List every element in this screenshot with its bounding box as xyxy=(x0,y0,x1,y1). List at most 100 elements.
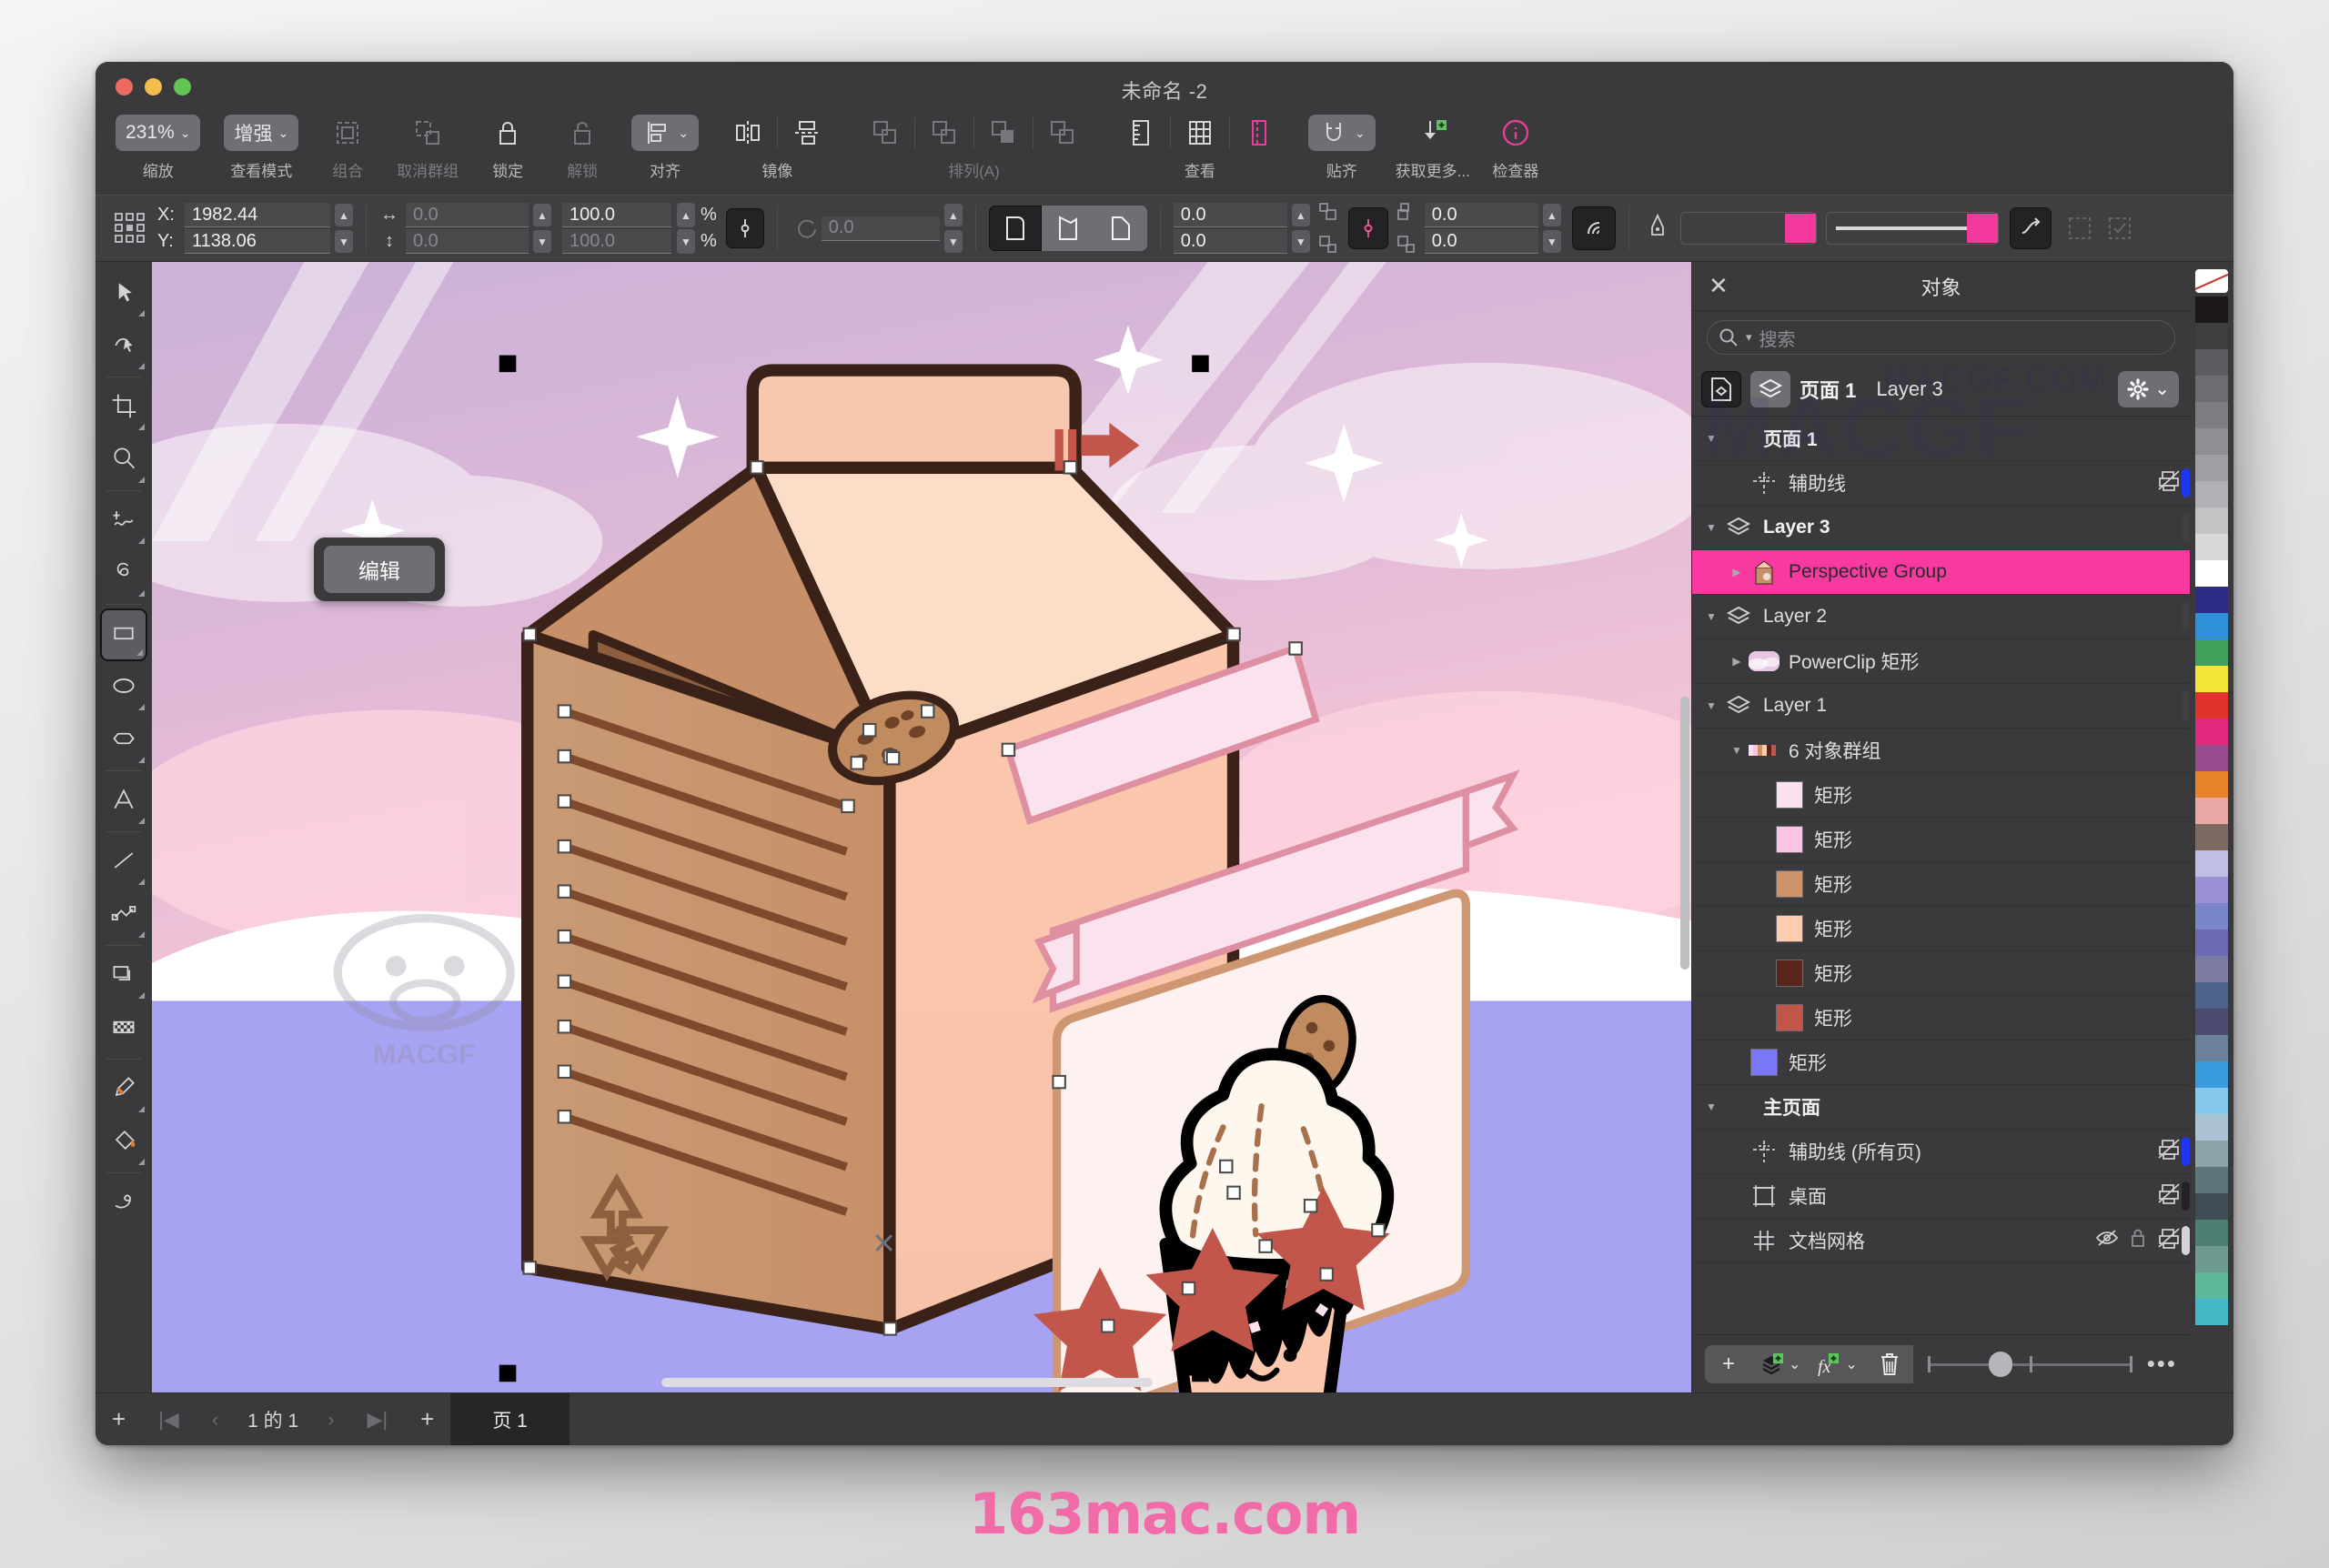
inspector-button[interactable] xyxy=(1490,115,1541,151)
printer-disabled-icon[interactable] xyxy=(2157,1227,2181,1254)
printer-disabled-icon[interactable] xyxy=(2157,1182,2181,1210)
palette-swatch-12[interactable] xyxy=(2195,613,2228,639)
chevron-down-icon[interactable]: ⌄ xyxy=(277,126,288,139)
tool-rectangle[interactable] xyxy=(100,608,147,661)
tree-rect-7[interactable]: 矩形 xyxy=(1692,1040,2190,1085)
palette-swatch-10[interactable] xyxy=(2195,560,2228,587)
palette-swatch-20[interactable] xyxy=(2195,824,2228,850)
rotation-input[interactable]: 0.0 xyxy=(821,216,940,241)
chevron-down-icon[interactable] xyxy=(1699,432,1723,445)
chevron-down-icon[interactable] xyxy=(1699,610,1723,623)
tree-rect-5[interactable]: 矩形 xyxy=(1692,951,2190,996)
tool-polygon[interactable] xyxy=(100,714,147,767)
chevron-right-icon[interactable] xyxy=(1725,566,1749,578)
tool-shape-edit[interactable] xyxy=(100,320,147,373)
rotation-stepper[interactable]: ▲ ▼ xyxy=(943,204,963,253)
palette-swatch-35[interactable] xyxy=(2195,1220,2228,1246)
outline-pen-icon[interactable] xyxy=(1642,213,1673,244)
more-options-button[interactable]: ••• xyxy=(2147,1350,2177,1378)
align-dropdown[interactable]: ⌄ xyxy=(631,115,699,151)
tree-perspective-group[interactable]: Perspective Group xyxy=(1692,550,2190,595)
rulers-button[interactable] xyxy=(1115,115,1166,151)
scale-height-input[interactable]: 100.0 xyxy=(562,229,671,254)
tool-shadow[interactable] xyxy=(100,950,147,1002)
palette-swatch-16[interactable] xyxy=(2195,719,2228,745)
tool-pick[interactable] xyxy=(100,267,147,320)
printer-disabled-icon[interactable] xyxy=(2157,1138,2181,1165)
search-input[interactable]: ▾ 搜索 xyxy=(1707,320,2175,355)
palette-swatch-21[interactable] xyxy=(2195,850,2228,877)
tool-line[interactable] xyxy=(100,836,147,889)
corner-link-button[interactable] xyxy=(1347,207,1388,249)
tool-text[interactable] xyxy=(100,775,147,828)
wrap-text-icon[interactable] xyxy=(2064,213,2095,244)
palette-swatch-5[interactable] xyxy=(2195,428,2228,455)
palette-swatch-13[interactable] xyxy=(2195,639,2228,666)
tree-rect-6[interactable]: 矩形 xyxy=(1692,996,2190,1040)
corner-tr-input[interactable]: 0.0 xyxy=(1424,203,1538,227)
chevron-down-icon[interactable] xyxy=(1699,1101,1723,1113)
palette-swatch-19[interactable] xyxy=(2195,798,2228,824)
chevron-right-icon[interactable] xyxy=(1725,655,1749,668)
tree-rect-3[interactable]: 矩形 xyxy=(1692,862,2190,907)
page-view-toggle[interactable] xyxy=(1701,370,1741,407)
view-mode-dropdown[interactable]: 增强 ⌄ xyxy=(224,115,299,151)
palette-swatch-6[interactable] xyxy=(2195,455,2228,481)
tool-eyedropper[interactable] xyxy=(100,1063,147,1116)
tree-rect-1[interactable]: 矩形 xyxy=(1692,773,2190,818)
tree-rect-2[interactable]: 矩形 xyxy=(1692,818,2190,862)
prev-page-button[interactable]: ‹ xyxy=(196,1393,235,1446)
outline-color-dropdown[interactable] xyxy=(1679,212,1817,245)
order-front-button[interactable] xyxy=(860,115,911,151)
ungroup-button[interactable] xyxy=(402,115,453,151)
tree-layer-2[interactable]: Layer 2 xyxy=(1692,595,2190,639)
lock-button[interactable] xyxy=(482,115,533,151)
size-stepper[interactable]: ▲ ▼ xyxy=(533,204,551,253)
tree-powerclip-rect[interactable]: PowerClip 矩形 xyxy=(1692,639,2190,684)
palette-swatch-22[interactable] xyxy=(2195,877,2228,903)
palette-swatch-33[interactable] xyxy=(2195,1167,2228,1193)
scale-width-input[interactable]: 100.0 xyxy=(562,203,671,227)
tree-page-1[interactable]: 页面 1 xyxy=(1692,417,2190,461)
tool-fill[interactable] xyxy=(100,1116,147,1169)
zoom-level-dropdown[interactable]: 231% ⌄ xyxy=(116,115,201,151)
edit-popup-label[interactable]: 编辑 xyxy=(324,546,435,593)
tree-master-page[interactable]: 主页面 xyxy=(1692,1085,2190,1130)
chevron-down-icon[interactable]: ⌄ xyxy=(180,126,191,139)
scale-corners-button[interactable] xyxy=(1571,206,1616,250)
tool-flyout-flag[interactable] xyxy=(138,1106,145,1112)
close-x-icon[interactable]: ✕ xyxy=(1709,272,1729,300)
palette-column[interactable] xyxy=(2195,297,2228,1325)
tool-transparency[interactable] xyxy=(100,1002,147,1055)
add-object-button[interactable]: + xyxy=(1705,1344,1752,1383)
palette-swatch-15[interactable] xyxy=(2195,692,2228,719)
tool-smart-draw[interactable] xyxy=(100,548,147,600)
palette-swatch-36[interactable] xyxy=(2195,1246,2228,1272)
tool-flyout-flag[interactable] xyxy=(136,649,143,656)
tool-flyout-flag[interactable] xyxy=(138,310,145,317)
tool-flyout-flag[interactable] xyxy=(138,538,145,544)
chevron-down-icon[interactable] xyxy=(1699,699,1723,712)
group-button[interactable] xyxy=(322,115,373,151)
chevron-down-icon[interactable]: ⌄ xyxy=(2154,377,2170,400)
layer-view-toggle[interactable] xyxy=(1750,370,1790,407)
palette-swatch-38[interactable] xyxy=(2195,1299,2228,1325)
next-page-button[interactable]: › xyxy=(311,1393,350,1446)
palette-swatch-3[interactable] xyxy=(2195,376,2228,402)
chevron-down-icon[interactable]: ⌄ xyxy=(1789,1355,1800,1373)
palette-swatch-1[interactable] xyxy=(2195,323,2228,349)
palette-swatch-29[interactable] xyxy=(2195,1061,2228,1088)
order-backward-button[interactable] xyxy=(978,115,1029,151)
anchor-grid-icon[interactable] xyxy=(110,208,150,248)
eye-hidden-icon[interactable] xyxy=(2095,1229,2119,1252)
corner-style-group[interactable] xyxy=(988,206,1147,251)
palette-swatch-31[interactable] xyxy=(2195,1114,2228,1141)
tool-flyout-flag[interactable] xyxy=(138,363,145,369)
palette-swatch-25[interactable] xyxy=(2195,956,2228,982)
tool-flyout-flag[interactable] xyxy=(138,704,145,710)
corner-right-stepper[interactable]: ▲ ▼ xyxy=(1542,204,1561,253)
canvas-horizontal-scrollbar[interactable] xyxy=(152,1378,1691,1387)
tool-crop[interactable] xyxy=(100,381,147,434)
outline-width-dropdown[interactable] xyxy=(1825,212,1999,245)
outline-behind-fill-button[interactable] xyxy=(2009,207,2052,249)
